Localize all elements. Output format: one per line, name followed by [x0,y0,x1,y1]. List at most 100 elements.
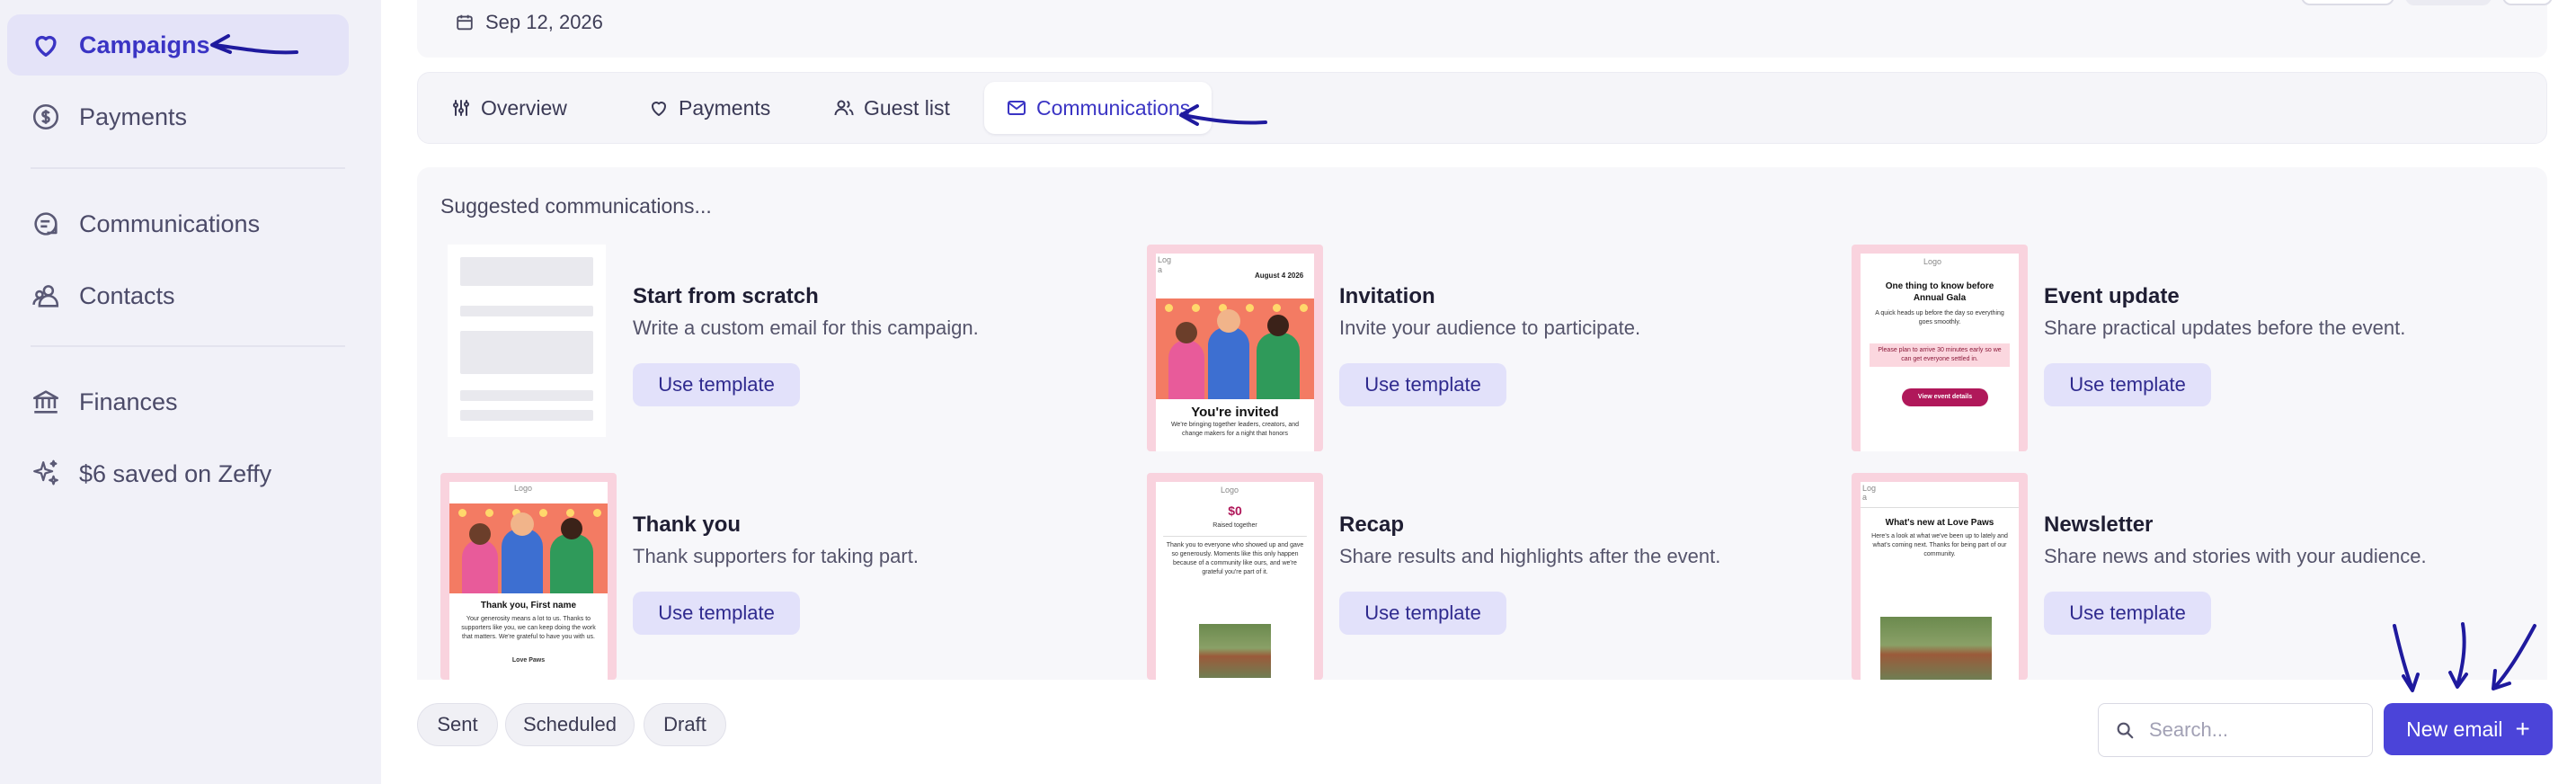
sidebar-item-finances[interactable]: Finances [7,371,349,432]
dollar-circle-icon [31,102,61,132]
logo-placeholder: Log [1158,255,1172,264]
sidebar: Campaigns Payments Communications Contac… [0,0,381,784]
campaign-header: Sep 12, 2026 [417,0,2553,58]
sidebar-item-label: Payments [79,102,188,130]
template-card-recap: Logo $0 Raised together Thank you to eve… [1147,473,1848,680]
preview-note: Please plan to arrive 30 minutes early s… [1870,343,2010,367]
tab-guest-list[interactable]: Guest list [812,82,972,134]
blank-email-preview [448,245,606,437]
template-title: Invitation [1339,284,1435,308]
newsletter-email-preview: Log a What's new at Love Paws Here's a l… [1861,482,2019,680]
tab-label: Communications [1036,95,1191,120]
template-title: Event update [2044,284,2180,308]
preview-body: A quick heads up before the day so every… [1875,310,2004,325]
template-preview[interactable] [440,245,617,451]
tab-label: Payments [679,95,771,120]
use-template-button[interactable]: Use template [2044,363,2211,406]
suggested-communications: Suggested communications... Start from s… [417,167,2547,680]
template-description: Write a custom email for this campaign. [633,316,979,339]
heart-icon [31,30,61,60]
new-email-button[interactable]: New email + [2384,703,2553,755]
recap-email-preview: Logo $0 Raised together Thank you to eve… [1156,482,1314,680]
header-more-button[interactable] [2502,0,2553,5]
logo-placeholder-suffix: a [1158,265,1163,274]
sidebar-item-payments[interactable]: Payments [7,86,349,147]
section-title: Suggested communications... [440,194,712,218]
preview-body: Thank you to everyone who showed up and … [1166,542,1304,575]
use-template-button[interactable]: Use template [2044,592,2211,635]
template-title: Thank you [633,512,742,537]
template-description: Share practical updates before the event… [2044,316,2406,339]
sidebar-item-label: Communications [79,209,261,237]
template-card-scratch: Start from scratch Write a custom email … [440,245,1141,451]
sidebar-item-label: Campaigns [79,31,210,58]
preview-button: View event details [1902,388,1988,406]
template-card-event-update: Logo One thing to know before Annual Gal… [1852,245,2547,451]
template-preview[interactable]: Logo One thing to know before Annual Gal… [1852,245,2028,451]
campaign-tabs: Overview Payments Guest list Communicati… [417,72,2547,144]
sidebar-item-label: Contacts [79,281,175,309]
contacts-icon [31,281,61,311]
sidebar-item-communications[interactable]: Communications [7,193,349,254]
header-action-button[interactable] [2405,0,2492,5]
preview-heading: You're invited [1191,405,1279,420]
campaign-date: Sep 12, 2026 [455,11,603,34]
invitation-email-preview: Log a August 4 2026 You're invited We're… [1156,254,1314,451]
filter-chip-draft[interactable]: Draft [644,703,726,746]
annotation-arrows-icon [2393,622,2536,692]
template-description: Share news and stories with your audienc… [2044,545,2427,567]
filter-chip-sent[interactable]: Sent [417,703,498,746]
calendar-icon [457,14,473,31]
use-template-button[interactable]: Use template [633,363,800,406]
sidebar-item-label: Finances [79,388,178,415]
plus-icon: + [2515,715,2530,743]
message-icon [31,209,61,239]
party-illustration [1156,298,1314,399]
preview-body: Your generosity means a lot to us. Thank… [461,616,596,640]
template-preview[interactable]: Logo Thank you, First name Your generosi… [440,473,617,680]
heart-icon [652,102,666,116]
filter-chip-scheduled[interactable]: Scheduled [505,703,635,746]
sidebar-item-label: $6 saved on Zeffy [79,459,272,487]
preview-body: Here's a look at what we've been up to l… [1871,533,2008,557]
use-template-button[interactable]: Use template [1339,363,1506,406]
use-template-button[interactable]: Use template [1339,592,1506,635]
sidebar-item-contacts[interactable]: Contacts [7,265,349,326]
main-content: Sep 12, 2026 Overview Payments Guest lis… [381,0,2576,784]
preview-signature: Love Paws [511,657,546,664]
annotation-arrow-icon [210,34,298,55]
preview-amount: $0 [1228,503,1242,518]
template-preview[interactable]: Log a August 4 2026 You're invited We're… [1147,245,1323,451]
logo-placeholder: Logo [514,484,533,493]
template-description: Invite your audience to participate. [1339,316,1641,339]
template-preview[interactable]: Logo $0 Raised together Thank you to eve… [1147,473,1323,680]
logo-placeholder: Logo [1221,486,1239,494]
annotation-arrow-icon [1179,104,1267,126]
mail-icon [1008,101,1026,115]
preview-subtitle: Raised together [1212,522,1257,529]
preview-heading: What's new at Love Paws [1885,518,1994,528]
search-icon [2117,722,2134,739]
event-update-email-preview: Logo One thing to know before Annual Gal… [1861,254,2019,451]
campaign-date-text: Sep 12, 2026 [485,11,603,33]
preview-date: August 4 2026 [1255,272,1304,280]
sidebar-divider [31,167,345,169]
search-box[interactable] [2098,703,2373,757]
tab-overview[interactable]: Overview [429,82,589,134]
template-description: Thank supporters for taking part. [633,545,919,567]
logo-placeholder-suffix: a [1862,493,1868,502]
tab-label: Guest list [864,95,950,120]
tab-label: Overview [481,95,567,120]
party-illustration [449,503,608,593]
search-input[interactable] [2149,718,2365,742]
preview-heading: Thank you, First name [480,601,577,610]
use-template-button[interactable]: Use template [633,592,800,635]
logo-placeholder: Log [1862,484,1877,493]
template-preview[interactable]: Log a What's new at Love Paws Here's a l… [1852,473,2028,680]
bank-icon [31,387,61,417]
header-action-button[interactable] [2301,0,2394,5]
template-title: Recap [1339,512,1405,537]
sidebar-item-savings[interactable]: $6 saved on Zeffy [7,443,349,504]
template-title: Newsletter [2044,512,2154,537]
tab-payments[interactable]: Payments [626,82,792,134]
